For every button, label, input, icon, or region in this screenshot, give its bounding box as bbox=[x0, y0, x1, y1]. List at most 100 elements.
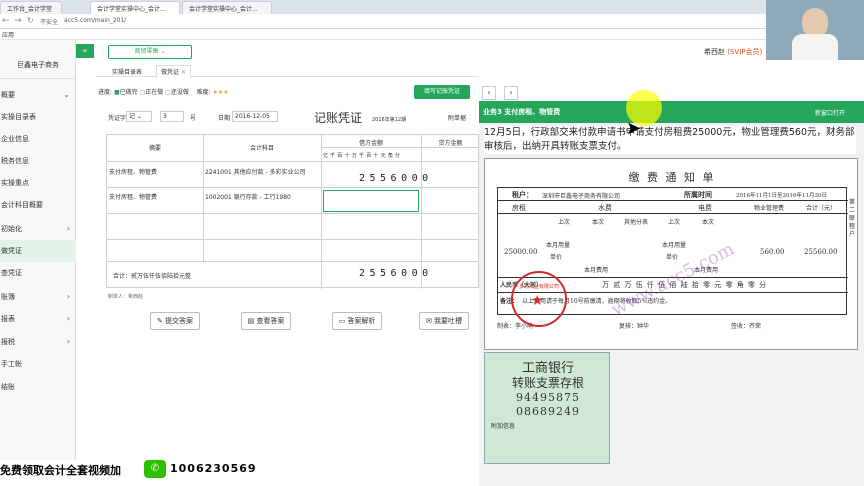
browser-tab[interactable]: 工作台_会计学堂 bbox=[0, 1, 62, 14]
row2-account[interactable]: 1002001 银行存款 - 工行1980 bbox=[205, 192, 291, 201]
property-header: 物业管理费 bbox=[754, 205, 785, 212]
sidebar-item-label: 概要 bbox=[1, 91, 15, 99]
col-account: 会计科目 bbox=[249, 145, 274, 152]
fill-voucher-button[interactable]: 填写记账凭证 bbox=[414, 85, 470, 99]
chevron-right-icon: › bbox=[66, 292, 70, 301]
rent-header: 房租 bbox=[512, 204, 526, 212]
payment-notice: 缴 费 通 知 单 租户： 深圳市巨鑫电子商务有限公司 所属时间 2016年11… bbox=[484, 158, 858, 350]
content-tabs: 实操目录表 做凭证 ✕ bbox=[96, 64, 479, 78]
url-input[interactable]: acc5.com/main_201/ bbox=[64, 17, 126, 24]
sidebar-item-label: 结账 bbox=[1, 383, 15, 391]
sidebar-item-reports[interactable]: 报表 › bbox=[0, 308, 76, 330]
todo-label: 还没做 bbox=[170, 89, 189, 96]
submit-answer-button[interactable]: ✎ 提交答案 bbox=[150, 312, 200, 330]
task-title: 业务3 支付房租、物管费 bbox=[483, 108, 561, 116]
sidebar-item-overview[interactable]: 概要 ⌄ bbox=[0, 84, 76, 106]
total-debit: 2556000 bbox=[359, 268, 433, 279]
back-icon[interactable]: ← bbox=[2, 16, 10, 26]
date-input[interactable]: 2016-12-05 bbox=[232, 111, 278, 122]
browser-tab[interactable]: 会计学堂实操中心_会计... bbox=[182, 1, 272, 14]
reload-icon[interactable]: ↻ bbox=[27, 16, 34, 25]
maker-label: 制单人：希西赵 bbox=[108, 294, 144, 300]
company-name: 巨鑫电子商务 bbox=[17, 61, 59, 69]
water-header: 水费 bbox=[598, 204, 612, 212]
apps-bookmark[interactable]: 应用 bbox=[2, 30, 14, 39]
sidebar-item-make-voucher[interactable]: 做凭证 bbox=[0, 240, 76, 262]
browser-tab[interactable]: 会计学堂实操中心_会计... bbox=[90, 1, 180, 14]
voucher-number-value: 3 bbox=[163, 113, 167, 120]
water-fee: 本月费用 bbox=[584, 267, 609, 274]
sidebar-item-label: 手工帐 bbox=[1, 360, 22, 368]
wechat-icon: ✆ bbox=[144, 460, 166, 478]
next-task-button[interactable]: › bbox=[504, 86, 518, 100]
star-icon: ★ bbox=[531, 293, 544, 309]
water-this: 本次 bbox=[592, 219, 605, 226]
row1-account[interactable]: 2241001 其他应付款 - 多彩实业公司 bbox=[205, 167, 306, 176]
answer-analysis-button[interactable]: ▭ 答案解析 bbox=[332, 312, 382, 330]
star-rating: ★★★ bbox=[212, 89, 229, 96]
module-select[interactable]: 商贸零售 ⌄ bbox=[108, 45, 192, 59]
voucher-type-select[interactable]: 记 ⌄ bbox=[126, 111, 152, 122]
elec-price: 单价 bbox=[666, 254, 679, 261]
row2-debit-input[interactable] bbox=[323, 190, 419, 212]
presenter-video bbox=[766, 0, 864, 60]
sidebar-item-key-points[interactable]: 实操重点 bbox=[0, 172, 76, 194]
total-label: 合计：贰万伍仟伍佰陆拾元整 bbox=[113, 273, 192, 280]
collapse-sidebar-button[interactable]: « bbox=[76, 44, 94, 58]
sidebar-item-ledger[interactable]: 账簿 › bbox=[0, 286, 76, 308]
checker-field: 复核：钟华 bbox=[619, 323, 650, 330]
vip-badge: (SVIP会员) bbox=[727, 48, 763, 56]
row1-summary[interactable]: 支付房租、物管费 bbox=[109, 167, 157, 176]
comment-icon: ✉ bbox=[425, 317, 432, 325]
total-value: 25560.00 bbox=[804, 248, 838, 256]
sidebar-item-tax-info[interactable]: 税务信息 bbox=[0, 150, 76, 172]
sidebar-item-tax-filing[interactable]: 报税 › bbox=[0, 331, 76, 353]
sidebar-item-query-voucher[interactable]: 查凭证 bbox=[0, 262, 76, 284]
view-label: 查看答案 bbox=[256, 317, 285, 325]
user-info[interactable]: 希西赵 (SVIP会员) bbox=[704, 47, 762, 57]
number-unit: 号 bbox=[190, 115, 197, 122]
insecure-label: 不安全 bbox=[40, 19, 59, 26]
sidebar-item-label: 报税 bbox=[1, 338, 15, 346]
address-bar: ← → ↻ 不安全 acc5.com/main_201/ bbox=[0, 14, 864, 29]
sidebar-item-accounts[interactable]: 会计科目概要 bbox=[0, 194, 76, 216]
promo-banner: 免费领取会计全套视频加 ✆ 1006230569 bbox=[0, 458, 280, 480]
voucher-period: 2016年第12期 bbox=[372, 117, 407, 123]
close-icon[interactable]: ✕ bbox=[181, 69, 186, 76]
new-window-link[interactable]: 新窗口打开 bbox=[815, 108, 845, 117]
forward-icon[interactable]: → bbox=[14, 16, 22, 26]
sidebar-item-init[interactable]: 初始化 › bbox=[0, 218, 76, 240]
total-header: 合计（元） bbox=[806, 205, 837, 212]
tab-title: 工作台_会计学堂 bbox=[7, 6, 53, 13]
document-icon: ▤ bbox=[247, 317, 255, 325]
tab-catalog[interactable]: 实操目录表 bbox=[112, 67, 142, 76]
sidebar-item-label: 实操目录表 bbox=[1, 113, 36, 121]
stamp-text: 多彩实业有限公司 bbox=[518, 284, 559, 290]
sidebar-item-label: 税务信息 bbox=[1, 157, 29, 165]
water-shared: 其他分表 bbox=[624, 219, 649, 226]
row1-debit[interactable]: 2556000 bbox=[359, 173, 433, 184]
doing-label: 正在做 bbox=[145, 89, 164, 96]
property-value: 560.00 bbox=[760, 248, 785, 256]
sidebar-item-manual-books[interactable]: 手工帐 bbox=[0, 353, 76, 375]
tab-title: 会计学堂实操中心_会计... bbox=[189, 6, 258, 13]
sidebar-item-label: 会计科目概要 bbox=[1, 201, 43, 209]
prev-task-button[interactable]: ‹ bbox=[482, 86, 496, 100]
sidebar-item-label: 做凭证 bbox=[1, 247, 22, 255]
view-answer-button[interactable]: ▤ 查看答案 bbox=[241, 312, 291, 330]
complain-button[interactable]: ✉ 我要吐槽 bbox=[419, 312, 469, 330]
row2-summary[interactable]: 支付房租、物管费 bbox=[109, 192, 157, 201]
tenant-name: 深圳市巨鑫电子商务有限公司 bbox=[542, 193, 621, 200]
sidebar-item-catalog[interactable]: 实操目录表 bbox=[0, 106, 76, 128]
sidebar-item-label: 查凭证 bbox=[1, 269, 22, 277]
sidebar-item-company-info[interactable]: 企业信息 bbox=[0, 128, 76, 150]
tab-make-voucher[interactable]: 做凭证 ✕ bbox=[156, 65, 191, 78]
period-value: 2016年11月1日至2016年11月30日 bbox=[736, 193, 827, 199]
sidebar-item-close-books[interactable]: 结账 bbox=[0, 376, 76, 398]
cheque-number-2: 08689249 bbox=[516, 405, 580, 418]
elec-usage: 本月用量 bbox=[662, 242, 687, 249]
voucher-number-input[interactable]: 3 bbox=[160, 111, 184, 122]
done-label: 已做完 bbox=[119, 89, 138, 96]
debit-units: 亿千百十万千百十元角分 bbox=[323, 153, 403, 159]
water-usage: 本月用量 bbox=[546, 242, 571, 249]
